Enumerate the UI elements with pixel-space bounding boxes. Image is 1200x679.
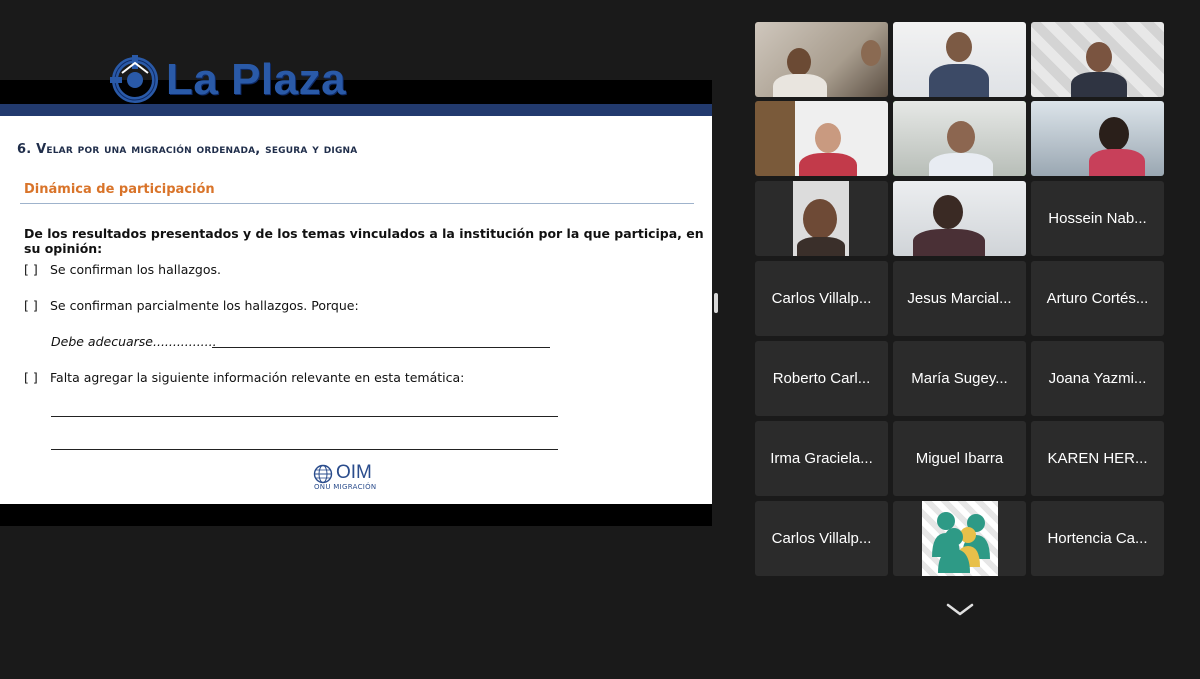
option-partial: [ ] Se confirman parcialmente los hallazg… [24, 298, 359, 313]
participant-tile-avatar[interactable] [893, 501, 1026, 576]
answer-line [212, 347, 550, 348]
participant-tile[interactable]: KAREN HER... [1031, 421, 1164, 496]
oim-globe-icon [313, 464, 333, 484]
participant-name: Arturo Cortés... [1046, 290, 1149, 307]
video-tile[interactable] [1031, 22, 1164, 97]
participant-name: Hossein Nab... [1048, 210, 1147, 227]
participant-name: Irma Graciela... [770, 450, 873, 467]
participant-name: Jesus Marcial... [907, 290, 1012, 307]
participant-tile[interactable]: Irma Graciela... [755, 421, 888, 496]
video-tile[interactable] [1031, 101, 1164, 176]
section-heading: Dinámica de participación [24, 182, 215, 197]
oim-logo: OIM ONU MIGRACIÓN [313, 462, 393, 492]
split-view-handle[interactable] [714, 293, 718, 313]
option-label: Falta agregar la siguiente información r… [50, 370, 465, 385]
participant-name: Roberto Carl... [772, 370, 871, 387]
shared-screen-bottom-bar [0, 504, 712, 526]
la-plaza-logo: La Plaza [110, 54, 346, 106]
answer-text: Debe adecuarse................ [51, 334, 217, 349]
participant-tile[interactable]: Arturo Cortés... [1031, 261, 1164, 336]
chevron-down-icon[interactable] [944, 602, 976, 618]
answer-line [51, 416, 558, 417]
option-label: Se confirman los hallazgos. [50, 262, 221, 277]
participant-name: Miguel Ibarra [915, 450, 1004, 467]
participant-name: Carlos Villalp... [771, 530, 872, 547]
oim-subtitle: ONU MIGRACIÓN [314, 483, 377, 491]
video-tile[interactable] [755, 101, 888, 176]
option-missing-info: [ ] Falta agregar la siguiente informació… [24, 370, 464, 385]
answer-line [51, 449, 558, 450]
participant-tile[interactable]: Roberto Carl... [755, 341, 888, 416]
section-divider [20, 203, 694, 204]
participant-tile[interactable]: Hortencia Ca... [1031, 501, 1164, 576]
presentation-slide: 6. Velar por una migración ordenada, seg… [0, 116, 712, 504]
video-tile[interactable] [893, 22, 1026, 97]
participant-name: KAREN HER... [1047, 450, 1148, 467]
video-tile-active-speaker[interactable] [893, 101, 1026, 176]
group-avatar-icon [922, 501, 998, 576]
option-confirm: [ ] Se confirman los hallazgos. [24, 262, 221, 277]
participant-tile[interactable]: Jesus Marcial... [893, 261, 1026, 336]
participant-name: Joana Yazmi... [1048, 370, 1147, 387]
participant-name: Carlos Villalp... [771, 290, 872, 307]
checkbox-brackets: [ ] [24, 370, 38, 385]
participant-tile[interactable]: Hossein Nab... [1031, 181, 1164, 256]
video-tile[interactable] [893, 181, 1026, 256]
la-plaza-logo-icon [110, 55, 158, 103]
participant-name: María Sugey... [911, 370, 1008, 387]
slide-header-band [0, 104, 712, 116]
participant-tile[interactable]: Carlos Villalp... [755, 501, 888, 576]
slide-title: 6. Velar por una migración ordenada, seg… [17, 142, 358, 157]
option-label: Se confirman parcialmente los hallazgos.… [50, 298, 359, 313]
participant-tile[interactable]: María Sugey... [893, 341, 1026, 416]
participant-tile[interactable]: Miguel Ibarra [893, 421, 1026, 496]
participant-name: Hortencia Ca... [1047, 530, 1148, 547]
participant-tile[interactable]: Carlos Villalp... [755, 261, 888, 336]
oim-wordmark: OIM [336, 462, 372, 483]
participant-tile[interactable]: Joana Yazmi... [1031, 341, 1164, 416]
video-tile[interactable] [755, 22, 888, 97]
checkbox-brackets: [ ] [24, 262, 38, 277]
question-text: De los resultados presentados y de los t… [24, 226, 704, 256]
checkbox-brackets: [ ] [24, 298, 38, 313]
logo-text: La Plaza [166, 55, 347, 104]
shared-screen-top-bar [0, 80, 712, 104]
video-tile[interactable] [755, 181, 888, 256]
